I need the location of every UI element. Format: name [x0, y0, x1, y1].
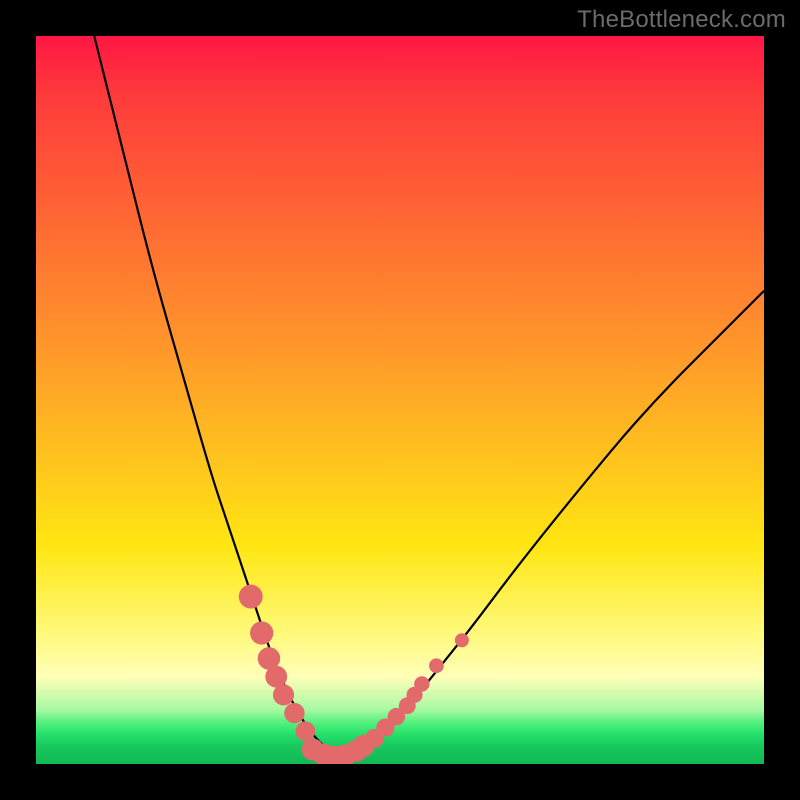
- marker-point: [239, 585, 263, 609]
- watermark-text: TheBottleneck.com: [577, 6, 786, 34]
- marker-point: [414, 676, 429, 691]
- marker-point: [250, 621, 273, 644]
- marker-point: [296, 721, 316, 741]
- plot-area: [36, 36, 764, 764]
- marker-point: [353, 735, 375, 757]
- chart-frame: TheBottleneck.com: [0, 0, 800, 800]
- chart-svg: [36, 36, 764, 764]
- curve-layer: [94, 36, 764, 755]
- marker-point: [284, 703, 304, 723]
- marker-point: [273, 684, 294, 705]
- marker-point: [429, 658, 444, 673]
- marker-point: [455, 633, 469, 647]
- bottleneck-curve: [94, 36, 764, 755]
